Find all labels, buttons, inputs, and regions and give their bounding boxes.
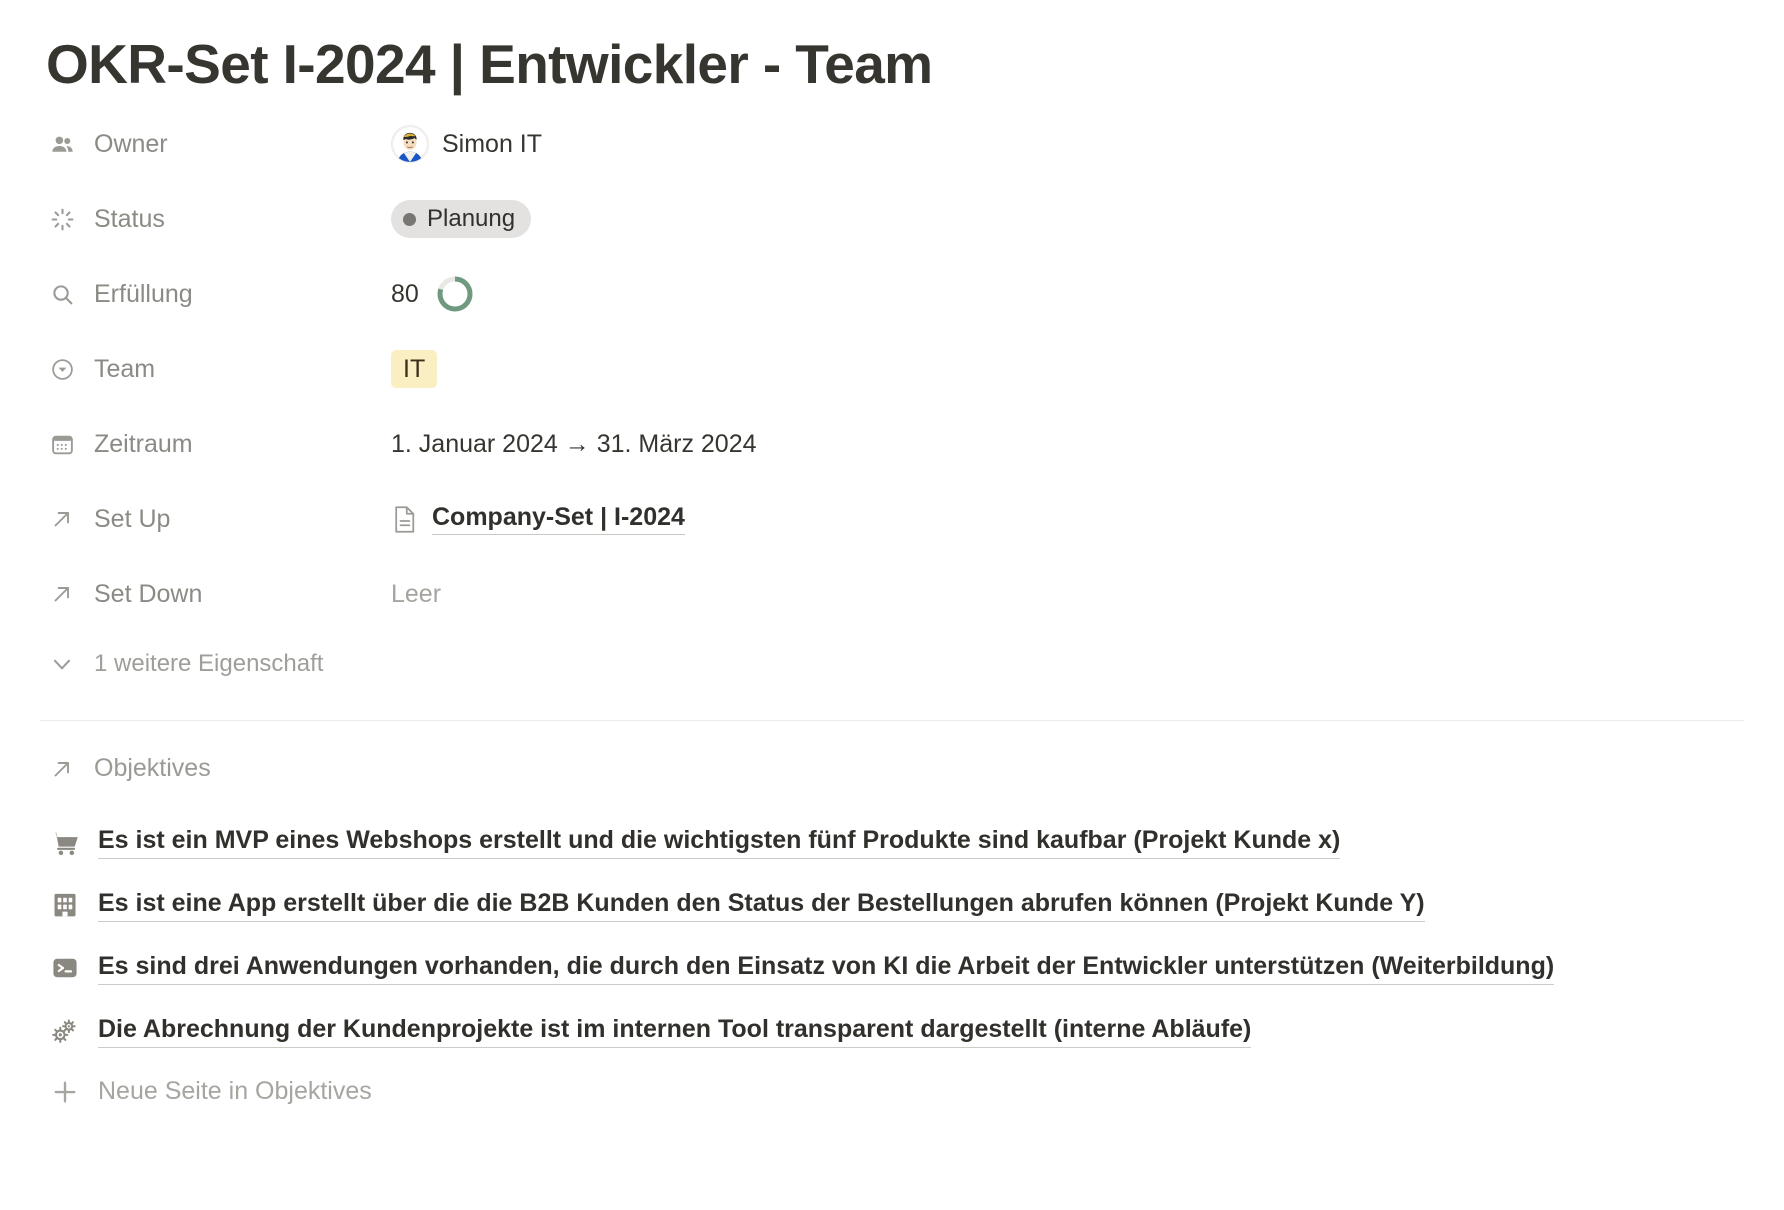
objectives-section-label: Objektives: [94, 754, 211, 783]
notion-page: OKR-Set I-2024 | Entwickler - Team Owner: [0, 0, 1784, 1210]
terminal-icon: [46, 949, 84, 987]
new-page-button[interactable]: Neue Seite in Objektives: [46, 1063, 1784, 1121]
progress-ring: [435, 274, 475, 314]
more-properties-toggle[interactable]: 1 weitere Eigenschaft: [0, 648, 1784, 680]
property-label-set-up[interactable]: Set Up: [46, 503, 391, 535]
property-label-status[interactable]: Status: [46, 203, 391, 235]
property-label-text: Erfüllung: [94, 279, 193, 308]
calendar-icon: [46, 428, 78, 460]
property-label-text: Team: [94, 354, 156, 383]
arrow-up-right-icon: [46, 503, 78, 535]
spinner-icon: [46, 203, 78, 235]
property-label-text: Status: [94, 204, 165, 233]
property-row-zeitraum[interactable]: Zeitraum 1. Januar 2024 → 31. März 2024: [46, 423, 1784, 466]
objective-title[interactable]: Es sind drei Anwendungen vorhanden, die …: [98, 952, 1555, 985]
select-icon: [46, 353, 78, 385]
objective-title[interactable]: Die Abrechnung der Kundenprojekte ist im…: [98, 1015, 1252, 1048]
arrow-up-right-icon: [46, 578, 78, 610]
avatar: [391, 125, 429, 164]
property-value-zeitraum[interactable]: 1. Januar 2024 → 31. März 2024: [391, 430, 757, 459]
property-row-team[interactable]: Team IT: [46, 348, 1784, 391]
property-value-status[interactable]: Planung: [391, 200, 532, 239]
relation-page-link[interactable]: Company-Set | I-2024: [391, 503, 685, 536]
relation-page-title: Company-Set | I-2024: [432, 503, 685, 536]
property-row-status[interactable]: Status Planung: [46, 198, 1784, 241]
bank-building-icon: [46, 886, 84, 924]
list-item[interactable]: Die Abrechnung der Kundenprojekte ist im…: [46, 1000, 1784, 1063]
property-label-text: Set Up: [94, 504, 171, 533]
shopping-cart-icon: [46, 823, 84, 861]
new-page-label: Neue Seite in Objektives: [98, 1077, 372, 1106]
property-label-erfuellung[interactable]: Erfüllung: [46, 278, 391, 310]
property-list: Owner Simon IT Status Planung Erfüllung …: [0, 123, 1784, 616]
status-badge[interactable]: Planung: [391, 200, 532, 239]
objective-title[interactable]: Es ist eine App erstellt über die die B2…: [98, 889, 1425, 922]
property-value-owner[interactable]: Simon IT: [391, 125, 543, 164]
more-properties-label: 1 weitere Eigenschaft: [94, 649, 324, 677]
property-label-zeitraum[interactable]: Zeitraum: [46, 428, 391, 460]
list-item[interactable]: Es ist ein MVP eines Webshops erstellt u…: [46, 811, 1784, 874]
property-row-set-down[interactable]: Set Down Leer: [46, 573, 1784, 616]
document-icon: [391, 504, 419, 534]
property-value-set-down[interactable]: Leer: [391, 580, 441, 609]
status-dot-icon: [403, 212, 416, 226]
status-label: Planung: [427, 205, 516, 233]
objectives-section-header[interactable]: Objektives: [46, 753, 1784, 785]
property-value-erfuellung[interactable]: 80: [391, 274, 475, 314]
property-row-owner[interactable]: Owner Simon IT: [46, 123, 1784, 166]
gears-icon: [46, 1012, 84, 1050]
page-title[interactable]: OKR-Set I-2024 | Entwickler - Team: [0, 0, 1784, 97]
list-item[interactable]: Es sind drei Anwendungen vorhanden, die …: [46, 937, 1784, 1000]
objective-title[interactable]: Es ist ein MVP eines Webshops erstellt u…: [98, 826, 1341, 859]
property-label-set-down[interactable]: Set Down: [46, 578, 391, 610]
property-label-text: Set Down: [94, 579, 203, 608]
objectives-section: Objektives Es ist ein MVP eines Webshops…: [0, 753, 1784, 1121]
chevron-down-icon: [46, 648, 78, 680]
plus-icon: [46, 1073, 84, 1111]
property-row-erfuellung[interactable]: Erfüllung 80: [46, 273, 1784, 316]
arrow-up-right-icon: [46, 753, 78, 785]
owner-name: Simon IT: [442, 129, 543, 158]
property-label-text: Zeitraum: [94, 429, 193, 458]
property-label-team[interactable]: Team: [46, 353, 391, 385]
property-value-set-up[interactable]: Company-Set | I-2024: [391, 503, 685, 536]
section-divider: [40, 719, 1744, 721]
list-item[interactable]: Es ist eine App erstellt über die die B2…: [46, 874, 1784, 937]
property-label-text: Owner: [94, 129, 168, 158]
people-icon: [46, 128, 78, 160]
progress-value: 80: [391, 279, 419, 308]
team-tag[interactable]: IT: [391, 350, 438, 389]
property-value-team[interactable]: IT: [391, 350, 438, 389]
property-label-owner[interactable]: Owner: [46, 128, 391, 160]
property-row-set-up[interactable]: Set Up Company-Set | I-2024: [46, 498, 1784, 541]
search-icon: [46, 278, 78, 310]
